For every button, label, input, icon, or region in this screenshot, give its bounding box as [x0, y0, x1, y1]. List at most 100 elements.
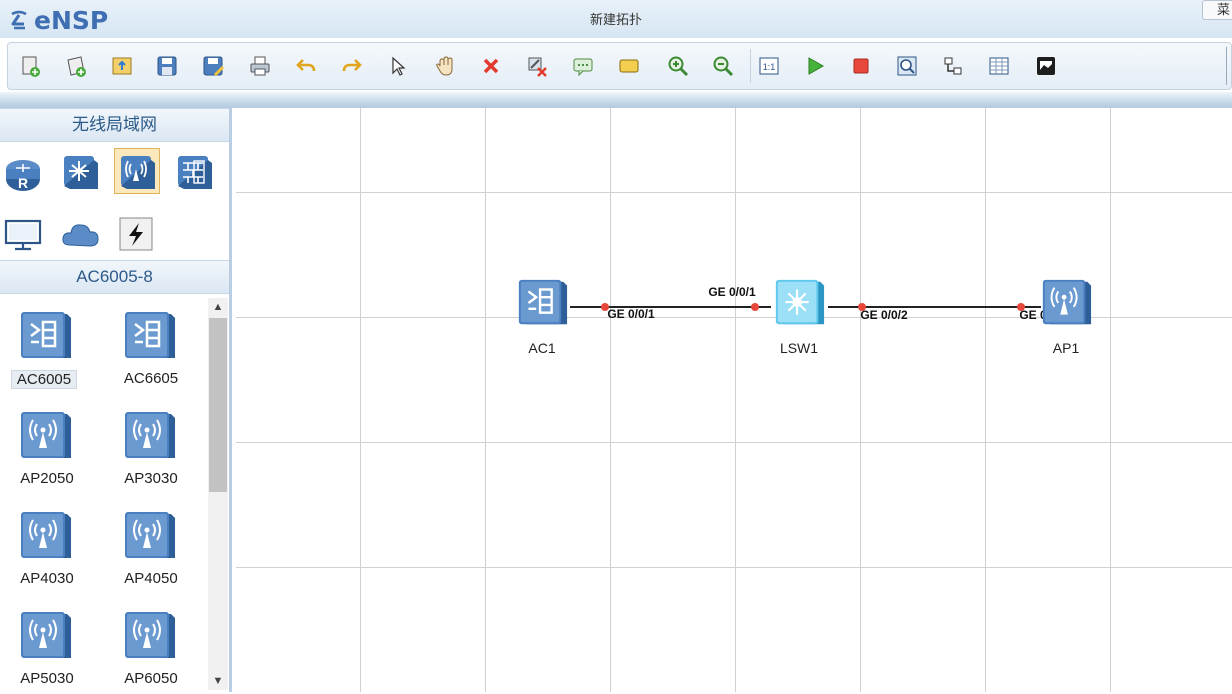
node-lsw1[interactable]	[770, 276, 832, 334]
device-item-ap4050[interactable]: AP4050	[101, 498, 201, 594]
device-item-ap5030[interactable]: AP5030	[0, 598, 97, 694]
zoom-out-icon	[713, 56, 734, 77]
save-as-button[interactable]	[199, 52, 227, 80]
topology-manager-icon	[1037, 57, 1055, 75]
device-item-ap6050[interactable]: AP6050	[101, 598, 201, 694]
main-toolbar: 1:1	[7, 42, 1232, 90]
device-panel: 无线局域网 R AC6005-8 AC6005 AC6605 AP2050 AP…	[0, 108, 232, 692]
terminal-category[interactable]	[0, 212, 46, 258]
device-label: AC6005	[11, 370, 77, 389]
new-topology-button[interactable]	[16, 52, 44, 80]
ap-device-icon	[15, 408, 75, 464]
redo-icon	[342, 59, 362, 72]
scroll-down-icon[interactable]: ▼	[208, 672, 228, 690]
delete-icon	[483, 58, 499, 74]
device-label: AP4050	[124, 570, 178, 587]
print-button[interactable]	[246, 52, 274, 80]
print-icon	[250, 56, 270, 76]
device-item-ap3030[interactable]: AP3030	[101, 398, 201, 494]
device-label: AP3030	[124, 470, 178, 487]
node-label: AC1	[528, 340, 555, 356]
scroll-up-icon[interactable]: ▲	[208, 298, 228, 316]
svg-text:R: R	[18, 175, 28, 191]
switch-node-icon	[775, 279, 825, 325]
topology-canvas[interactable]: GE 0/0/1GE 0/0/1GE 0/0/2GE 0/0/0 AC1 LSW…	[236, 108, 1232, 692]
undo-icon	[296, 59, 316, 72]
ac-node-icon	[518, 279, 568, 325]
device-label: AP6050	[124, 670, 178, 687]
toolbar-end-divider	[1226, 47, 1227, 85]
wlan-category[interactable]	[114, 148, 160, 194]
stop-devices-icon	[853, 58, 869, 74]
terminal-category-icon	[4, 219, 42, 251]
node-label: LSW1	[780, 340, 818, 356]
ap-device-icon	[119, 408, 179, 464]
link-category-icon	[119, 217, 153, 251]
device-label: AP5030	[20, 670, 74, 687]
node-label: AP1	[1053, 340, 1080, 356]
new-example-button[interactable]	[62, 52, 90, 80]
zoom-out-button[interactable]	[709, 52, 737, 80]
pan-hand-button[interactable]	[431, 52, 459, 80]
grid-button[interactable]	[985, 52, 1013, 80]
svg-text:1:1: 1:1	[763, 62, 776, 72]
start-devices-button[interactable]	[801, 52, 829, 80]
ap-device-icon	[15, 608, 75, 664]
capture-data-button[interactable]	[893, 52, 921, 80]
node-ac1[interactable]	[513, 276, 575, 334]
link-category[interactable]	[114, 212, 160, 258]
restore-zoom-icon: 1:1	[759, 57, 779, 75]
cloud-category[interactable]	[57, 212, 103, 258]
device-list-scrollbar[interactable]: ▲ ▼	[208, 298, 228, 690]
grid-icon	[989, 57, 1009, 75]
undo-button[interactable]	[292, 52, 320, 80]
delete-button[interactable]	[477, 52, 505, 80]
device-label: AP4030	[20, 570, 74, 587]
ap-device-icon	[15, 508, 75, 564]
port-status-dot	[751, 303, 759, 311]
node-ap1[interactable]	[1037, 276, 1099, 334]
router-category[interactable]: R	[0, 148, 46, 194]
category-title: 无线局域网	[0, 108, 229, 142]
ap-device-icon	[119, 608, 179, 664]
ap-node-icon	[1042, 279, 1092, 325]
capture-data-icon	[897, 56, 917, 76]
zoom-in-button[interactable]	[664, 52, 692, 80]
restore-zoom-button[interactable]: 1:1	[755, 52, 783, 80]
title-bar: eNSP 新建拓扑 菜	[0, 0, 1232, 38]
device-title: AC6005-8	[0, 260, 229, 294]
port-label: GE 0/0/1	[607, 307, 655, 321]
save-icon	[157, 56, 177, 76]
firewall-category-icon	[178, 156, 212, 189]
port-label: GE 0/0/1	[708, 285, 756, 299]
topology-manager-button[interactable]	[1032, 52, 1060, 80]
select-pointer-icon	[392, 56, 406, 76]
palette-button[interactable]	[615, 52, 643, 80]
save-as-icon	[203, 56, 224, 76]
device-item-ap4030[interactable]: AP4030	[0, 498, 97, 594]
select-pointer-button[interactable]	[384, 52, 412, 80]
scroll-thumb[interactable]	[209, 318, 227, 492]
zoom-in-icon	[668, 56, 689, 77]
window-title: 新建拓扑	[589, 12, 642, 27]
redo-button[interactable]	[338, 52, 366, 80]
switch-category[interactable]	[57, 148, 103, 194]
firewall-category[interactable]	[171, 148, 217, 194]
topology-diagram: GE 0/0/1GE 0/0/1GE 0/0/2GE 0/0/0 AC1 LSW…	[513, 276, 1099, 356]
ap-device-icon	[119, 508, 179, 564]
open-button[interactable]	[108, 52, 136, 80]
pan-hand-icon	[436, 56, 453, 76]
show-interfaces-button[interactable]	[939, 52, 967, 80]
start-devices-icon	[808, 57, 825, 75]
port-label: GE 0/0/2	[860, 308, 908, 322]
save-button[interactable]	[153, 52, 181, 80]
device-item-ac6605[interactable]: AC6605	[101, 298, 201, 394]
device-item-ac6005[interactable]: AC6005	[0, 298, 97, 394]
menu-button[interactable]: 菜	[1202, 0, 1232, 20]
stop-devices-button[interactable]	[847, 52, 875, 80]
delete-link-button[interactable]	[523, 52, 551, 80]
device-item-ap2050[interactable]: AP2050	[0, 398, 97, 494]
add-text-button[interactable]	[569, 52, 597, 80]
router-category-icon: R	[6, 160, 40, 191]
toolbar-separator	[750, 49, 751, 83]
